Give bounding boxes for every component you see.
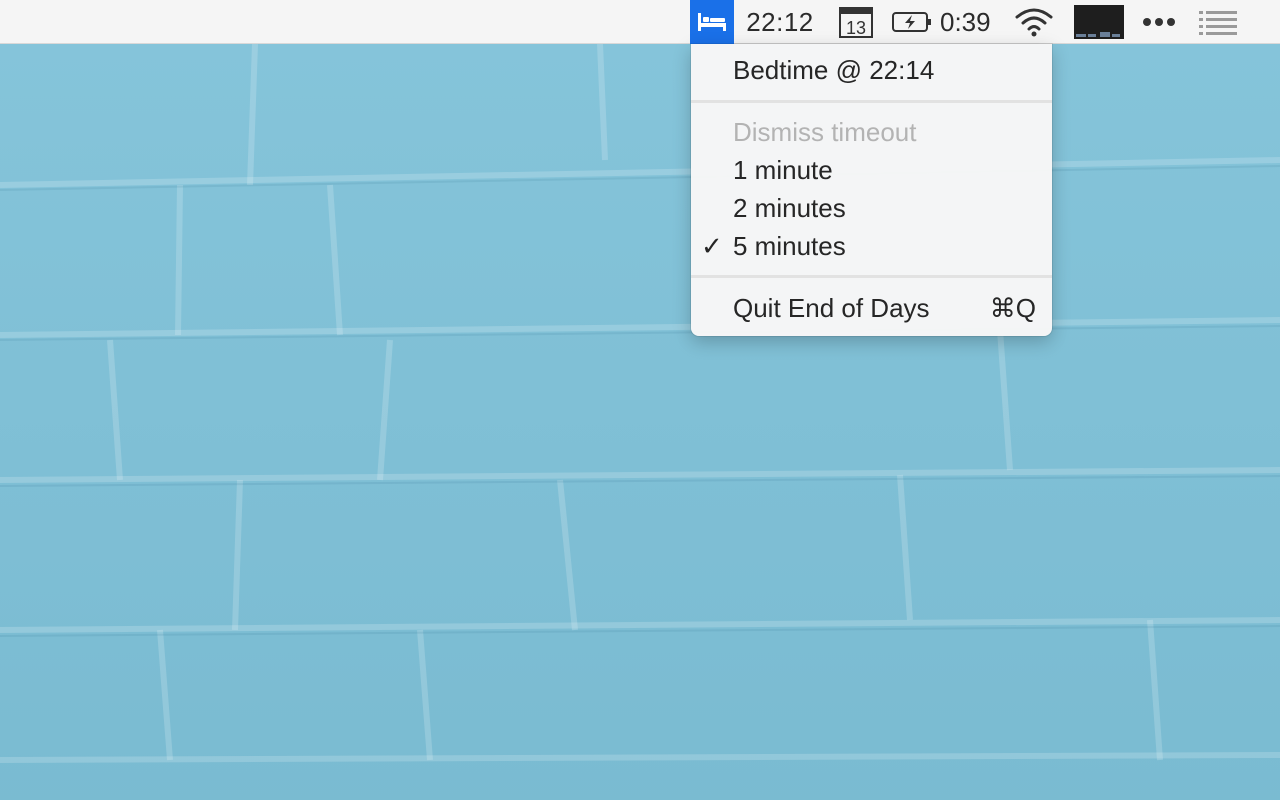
calendar-day: 13	[846, 18, 866, 38]
timeout-option-1-minute[interactable]: 1 minute	[691, 152, 1052, 188]
timeout-option-2-minutes[interactable]: 2 minutes	[691, 190, 1052, 226]
wifi-icon[interactable]	[1012, 0, 1056, 44]
option-label: 2 minutes	[733, 193, 846, 223]
quit-label: Quit End of Days	[733, 293, 930, 323]
bed-icon[interactable]	[690, 0, 734, 44]
option-label: 5 minutes	[733, 231, 846, 261]
menu-bar: 22:12 13 0:39	[0, 0, 1280, 44]
timeout-option-5-minutes[interactable]: ✓ 5 minutes	[691, 228, 1052, 264]
section-header-label: Dismiss timeout	[733, 117, 917, 147]
quit-shortcut: ⌘Q	[989, 293, 1036, 323]
checkmark-icon: ✓	[701, 231, 723, 261]
battery-status[interactable]: 0:39	[892, 0, 1000, 44]
battery-charging-icon	[892, 12, 931, 32]
bedtime-item[interactable]: Bedtime @ 22:14	[691, 52, 1052, 88]
menu-separator	[691, 100, 1052, 103]
display-icon[interactable]	[1074, 0, 1124, 44]
battery-time: 0:39	[940, 6, 991, 37]
list-icon[interactable]	[1196, 0, 1240, 44]
brick-texture	[0, 43, 1280, 763]
dismiss-timeout-header: Dismiss timeout	[691, 114, 1052, 150]
menu-separator	[691, 275, 1052, 278]
clock[interactable]: 22:12	[742, 0, 818, 44]
desktop-wallpaper	[0, 0, 1280, 800]
more-icon[interactable]	[1140, 0, 1178, 44]
quit-item[interactable]: Quit End of Days ⌘Q	[691, 290, 1052, 326]
bedtime-label: Bedtime @ 22:14	[733, 55, 935, 85]
calendar-icon[interactable]: 13	[836, 0, 876, 44]
dropdown-menu: Bedtime @ 22:14 Dismiss timeout 1 minute…	[691, 44, 1052, 336]
option-label: 1 minute	[733, 155, 833, 185]
